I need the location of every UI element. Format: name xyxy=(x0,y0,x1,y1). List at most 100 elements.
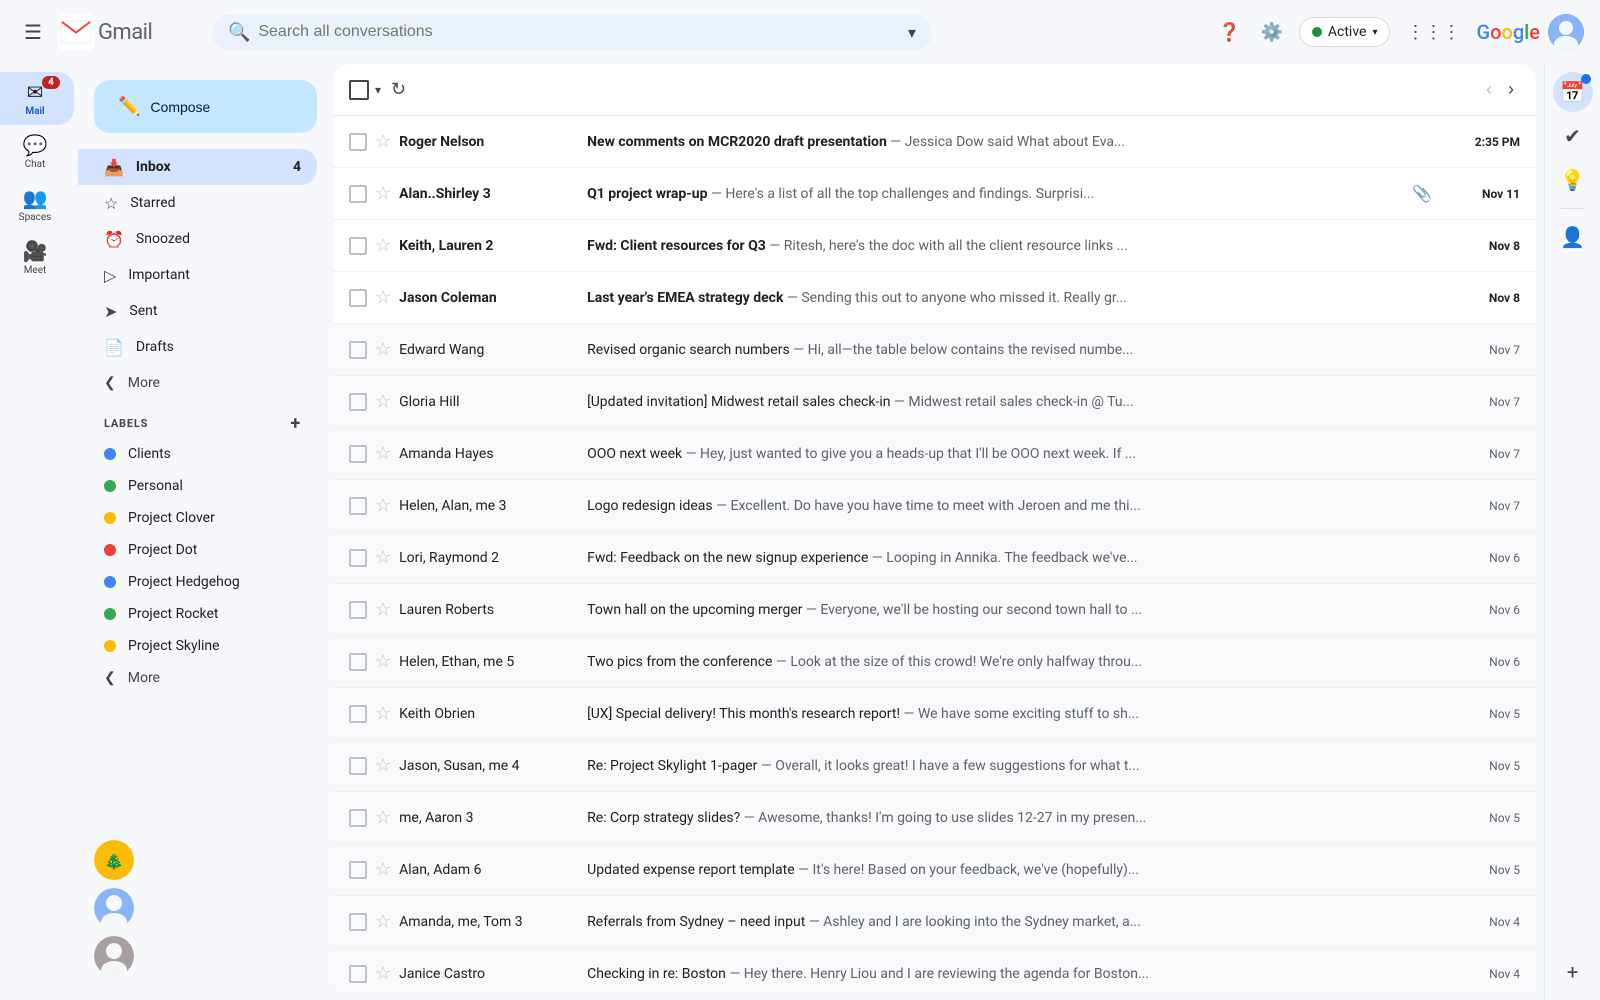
user-avatar[interactable] xyxy=(1548,14,1584,50)
mail-icon: ✉ xyxy=(27,80,44,104)
contacts-panel-button[interactable]: 👤 xyxy=(1553,217,1593,257)
email-star-icon[interactable]: ☆ xyxy=(375,807,391,828)
email-checkbox[interactable] xyxy=(349,809,367,827)
email-row[interactable]: ☆ Roger Nelson New comments on MCR2020 d… xyxy=(333,116,1536,168)
add-label-button[interactable]: + xyxy=(290,413,301,434)
select-all-checkbox[interactable] xyxy=(349,80,369,100)
label-clients[interactable]: Clients xyxy=(78,438,317,470)
search-input[interactable] xyxy=(258,23,900,41)
nav-item-sent[interactable]: ➤ Sent xyxy=(78,293,317,329)
email-row[interactable]: ☆ Amanda, me, Tom 3 Referrals from Sydne… xyxy=(333,896,1536,948)
keep-panel-button[interactable]: 💡 xyxy=(1553,160,1593,200)
email-star-icon[interactable]: ☆ xyxy=(375,651,391,672)
email-checkbox[interactable] xyxy=(349,237,367,255)
email-row[interactable]: ☆ Lauren Roberts Town hall on the upcomi… xyxy=(333,584,1536,636)
rail-item-spaces[interactable]: 👥 Spaces xyxy=(0,178,74,231)
email-checkbox[interactable] xyxy=(349,497,367,515)
add-panel-button[interactable]: + xyxy=(1553,952,1593,992)
label-personal[interactable]: Personal xyxy=(78,470,317,502)
email-checkbox[interactable] xyxy=(349,913,367,931)
label-project-dot[interactable]: Project Dot xyxy=(78,534,317,566)
email-subject-preview: Re: Corp strategy slides? — Awesome, tha… xyxy=(587,810,1432,826)
active-status-indicator[interactable]: Active ▾ xyxy=(1299,17,1391,47)
calendar-panel-button[interactable]: 📅 xyxy=(1553,72,1593,112)
email-row[interactable]: ☆ Gloria Hill [Updated invitation] Midwe… xyxy=(333,376,1536,428)
settings-button[interactable]: ⚙️ xyxy=(1252,14,1290,51)
tasks-panel-button[interactable]: ✔ xyxy=(1553,116,1593,156)
email-star-icon[interactable]: ☆ xyxy=(375,391,391,412)
email-star-icon[interactable]: ☆ xyxy=(375,703,391,724)
search-filter-icon[interactable]: ▾ xyxy=(908,23,916,42)
nav-item-starred[interactable]: ☆ Starred xyxy=(78,185,317,221)
email-row[interactable]: ☆ Alan, Adam 6 Updated expense report te… xyxy=(333,844,1536,896)
email-checkbox[interactable] xyxy=(349,653,367,671)
email-checkbox[interactable] xyxy=(349,133,367,151)
label-project-skyline[interactable]: Project Skyline xyxy=(78,630,317,662)
email-row[interactable]: ☆ Helen, Alan, me 3 Logo redesign ideas … xyxy=(333,480,1536,532)
rail-item-chat[interactable]: 💬 Chat xyxy=(0,125,74,178)
prev-page-button[interactable]: ‹ xyxy=(1480,73,1498,106)
label-project-clover[interactable]: Project Clover xyxy=(78,502,317,534)
nav-item-snoozed[interactable]: ⏰ Snoozed xyxy=(78,221,317,257)
apps-button[interactable]: ⋮⋮⋮ xyxy=(1398,14,1468,51)
email-row[interactable]: ☆ Helen, Ethan, me 5 Two pics from the c… xyxy=(333,636,1536,688)
email-star-icon[interactable]: ☆ xyxy=(375,443,391,464)
nav-item-drafts[interactable]: 📄 Drafts xyxy=(78,329,317,365)
email-row[interactable]: ☆ Keith Obrien [UX] Special delivery! Th… xyxy=(333,688,1536,740)
email-row[interactable]: ☆ Lori, Raymond 2 Fwd: Feedback on the n… xyxy=(333,532,1536,584)
account-switcher-3[interactable] xyxy=(94,936,134,976)
email-star-icon[interactable]: ☆ xyxy=(375,495,391,516)
email-checkbox[interactable] xyxy=(349,289,367,307)
label-project-rocket[interactable]: Project Rocket xyxy=(78,598,317,630)
email-checkbox[interactable] xyxy=(349,757,367,775)
next-page-button[interactable]: › xyxy=(1502,73,1520,106)
drafts-icon: 📄 xyxy=(104,338,124,357)
email-row[interactable]: ☆ Jason Coleman Last year's EMEA strateg… xyxy=(333,272,1536,324)
email-row[interactable]: ☆ Alan..Shirley 3 Q1 project wrap-up — H… xyxy=(333,168,1536,220)
email-row[interactable]: ☆ Edward Wang Revised organic search num… xyxy=(333,324,1536,376)
email-checkbox[interactable] xyxy=(349,549,367,567)
email-row[interactable]: ☆ Jason, Susan, me 4 Re: Project Skyligh… xyxy=(333,740,1536,792)
snoozed-label: Snoozed xyxy=(136,231,301,247)
email-star-icon[interactable]: ☆ xyxy=(375,755,391,776)
email-star-icon[interactable]: ☆ xyxy=(375,131,391,152)
nav-more[interactable]: ❮ More xyxy=(78,365,317,401)
checkbox-dropdown[interactable]: ▾ xyxy=(375,83,381,97)
email-row[interactable]: ☆ Amanda Hayes OOO next week — Hey, just… xyxy=(333,428,1536,480)
email-row[interactable]: ☆ me, Aaron 3 Re: Corp strategy slides? … xyxy=(333,792,1536,844)
email-checkbox[interactable] xyxy=(349,965,367,983)
email-star-icon[interactable]: ☆ xyxy=(375,547,391,568)
email-checkbox[interactable] xyxy=(349,185,367,203)
nav-item-inbox[interactable]: 📥 Inbox 4 xyxy=(78,149,317,185)
email-checkbox[interactable] xyxy=(349,705,367,723)
label-project-hedgehog[interactable]: Project Hedgehog xyxy=(78,566,317,598)
nav-item-important[interactable]: ▷ Important xyxy=(78,257,317,293)
account-switcher-2[interactable] xyxy=(94,888,134,928)
email-row[interactable]: ☆ Keith, Lauren 2 Fwd: Client resources … xyxy=(333,220,1536,272)
email-star-icon[interactable]: ☆ xyxy=(375,599,391,620)
email-star-icon[interactable]: ☆ xyxy=(375,859,391,880)
email-checkbox[interactable] xyxy=(349,341,367,359)
email-star-icon[interactable]: ☆ xyxy=(375,235,391,256)
email-checkbox[interactable] xyxy=(349,861,367,879)
snoozed-icon: ⏰ xyxy=(104,230,124,249)
help-button[interactable]: ❓ xyxy=(1210,14,1248,51)
email-star-icon[interactable]: ☆ xyxy=(375,339,391,360)
mail-badge: 4 xyxy=(42,76,60,89)
email-row[interactable]: ☆ Janice Castro Checking in re: Boston —… xyxy=(333,948,1536,992)
email-star-icon[interactable]: ☆ xyxy=(375,963,391,984)
rail-item-mail[interactable]: 4 ✉ Mail xyxy=(0,72,74,125)
email-checkbox[interactable] xyxy=(349,445,367,463)
labels-more[interactable]: ❮ More xyxy=(78,662,317,694)
refresh-button[interactable]: ↻ xyxy=(385,73,412,106)
email-subject-preview: Town hall on the upcoming merger — Every… xyxy=(587,602,1432,618)
email-star-icon[interactable]: ☆ xyxy=(375,183,391,204)
account-switcher-1[interactable]: 🎄 xyxy=(94,840,134,880)
email-star-icon[interactable]: ☆ xyxy=(375,287,391,308)
compose-button[interactable]: ✏️ Compose xyxy=(94,80,317,133)
email-star-icon[interactable]: ☆ xyxy=(375,911,391,932)
email-checkbox[interactable] xyxy=(349,601,367,619)
email-checkbox[interactable] xyxy=(349,393,367,411)
hamburger-menu[interactable]: ☰ xyxy=(16,12,50,53)
rail-item-meet[interactable]: 🎥 Meet xyxy=(0,231,74,284)
